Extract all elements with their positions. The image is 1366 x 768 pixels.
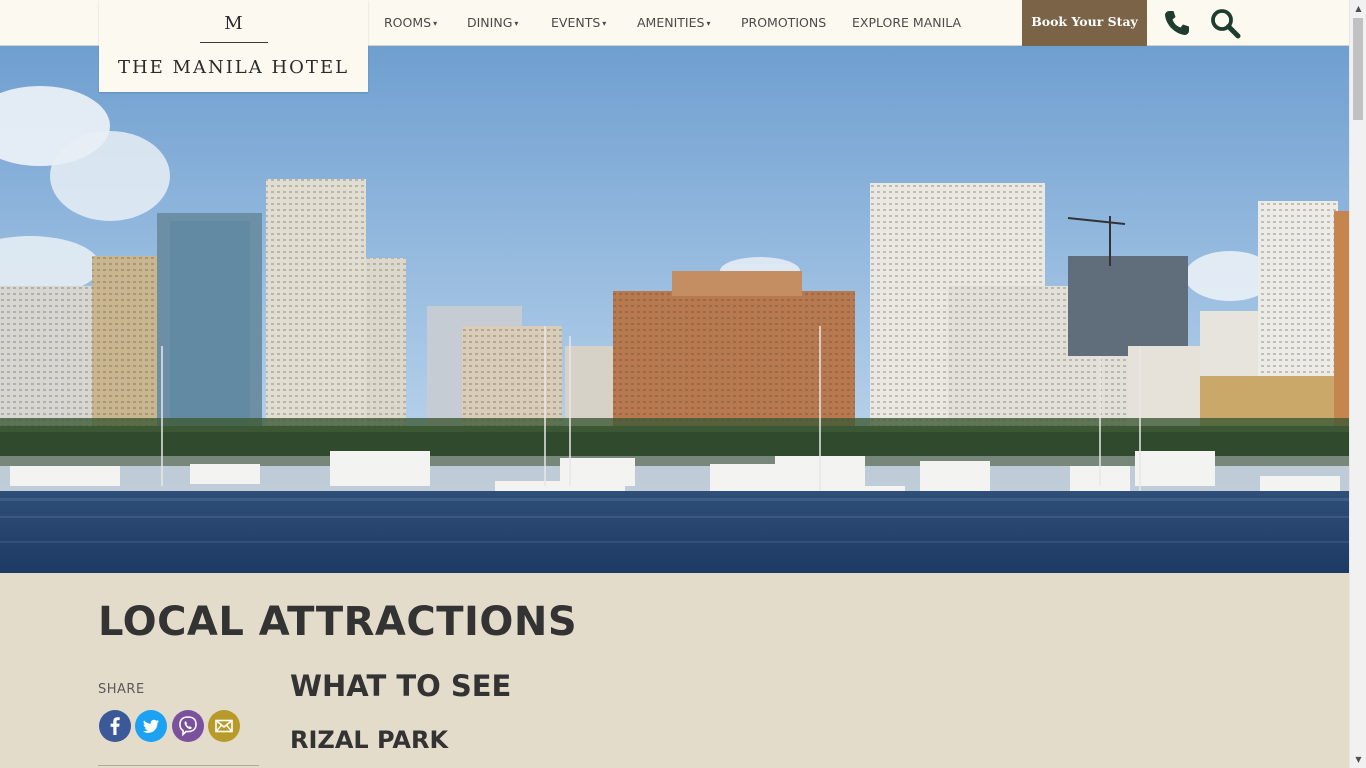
content-area: LOCAL ATTRACTIONS SHARE WHAT TO SEE RIZA… xyxy=(0,573,1349,768)
scrollbar-thumb[interactable] xyxy=(1353,18,1363,120)
hotel-logo[interactable]: M THE MANILA HOTEL xyxy=(99,0,368,92)
facebook-icon[interactable] xyxy=(99,710,131,742)
hero-image xyxy=(0,46,1349,573)
nav-item-events[interactable]: EVENTS ▾ xyxy=(551,15,606,30)
book-your-stay-button[interactable]: Book Your Stay xyxy=(1022,0,1147,46)
chevron-down-icon: ▾ xyxy=(706,19,711,28)
twitter-icon[interactable] xyxy=(135,710,167,742)
share-divider xyxy=(98,765,259,766)
scroll-up-arrow-icon[interactable]: ▲ xyxy=(1350,0,1366,17)
page-title: LOCAL ATTRACTIONS xyxy=(98,599,578,645)
nav-label: EVENTS xyxy=(551,15,601,30)
nav-item-explore-manila[interactable]: EXPLORE MANILA xyxy=(852,15,961,30)
manila-bay-skyline-illustration xyxy=(0,46,1349,573)
nav-item-dining[interactable]: DINING ▾ xyxy=(467,15,518,30)
nav-item-rooms[interactable]: ROOMS ▾ xyxy=(384,15,437,30)
page-scrollbar[interactable]: ▲ ▼ xyxy=(1349,0,1366,768)
nav-item-amenities[interactable]: AMENITIES ▾ xyxy=(637,15,710,30)
search-icon[interactable] xyxy=(1209,7,1241,39)
section-title: WHAT TO SEE xyxy=(290,669,512,703)
viber-icon[interactable] xyxy=(172,710,204,742)
scroll-down-arrow-icon[interactable]: ▼ xyxy=(1350,751,1366,768)
nav-item-promotions[interactable]: PROMOTIONS xyxy=(741,15,826,30)
logo-monogram: M xyxy=(224,13,243,34)
nav-label: AMENITIES xyxy=(637,15,705,30)
logo-divider xyxy=(199,42,268,43)
chevron-down-icon: ▾ xyxy=(433,19,438,28)
nav-label: DINING xyxy=(467,15,513,30)
logo-wordmark: THE MANILA HOTEL xyxy=(117,57,350,78)
nav-label: ROOMS xyxy=(384,15,432,30)
chevron-down-icon: ▾ xyxy=(602,19,607,28)
chevron-down-icon: ▾ xyxy=(514,19,519,28)
attraction-title: RIZAL PARK xyxy=(290,726,449,754)
phone-icon[interactable] xyxy=(1161,7,1193,39)
share-label: SHARE xyxy=(98,682,145,697)
email-icon[interactable] xyxy=(208,710,240,742)
